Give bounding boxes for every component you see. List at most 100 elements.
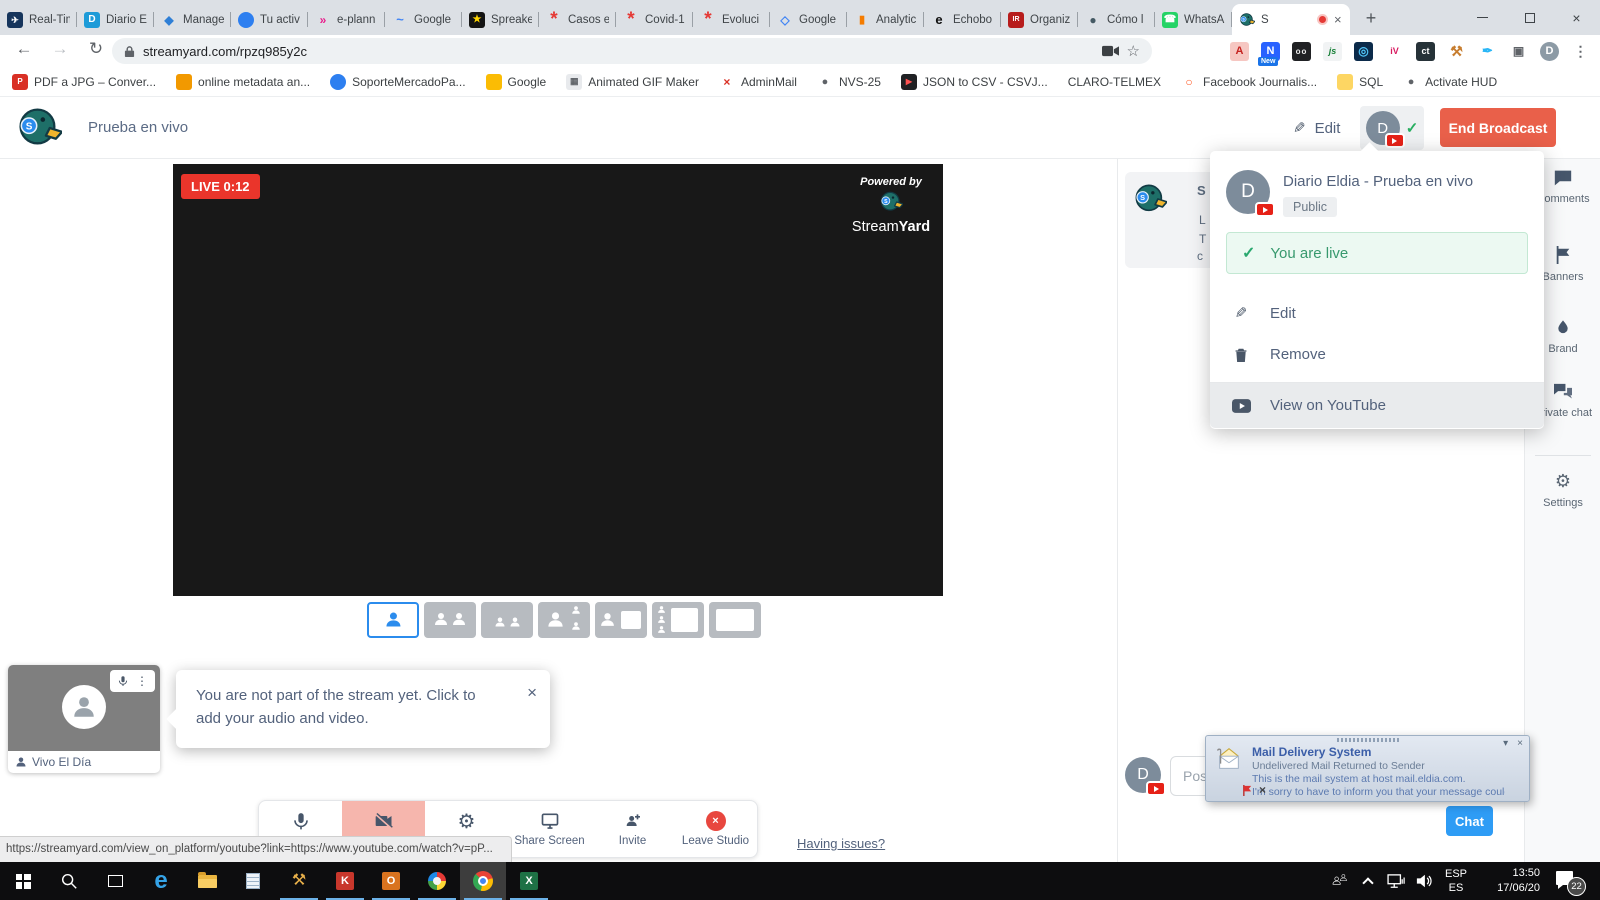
start-button[interactable] — [0, 862, 46, 900]
reload-button[interactable]: ↻ — [84, 39, 108, 59]
menu-item-remove[interactable]: Remove — [1210, 334, 1544, 375]
taskbar-paint[interactable] — [414, 862, 460, 900]
builder-extension-icon[interactable]: ⚒ — [1447, 42, 1466, 61]
layout-screen-column-button[interactable] — [652, 602, 704, 638]
chat-button[interactable]: Chat — [1446, 806, 1493, 836]
participant-thumbnail[interactable]: ⋮ Vivo El Día — [8, 665, 160, 773]
edit-broadcast-button[interactable]: ✎ Edit — [1293, 97, 1340, 159]
browser-tab[interactable]: ☎WhatsA — [1155, 4, 1232, 35]
taskbar-excel[interactable]: X — [506, 862, 552, 900]
bookmark-item[interactable]: CLARO-TELMEX — [1068, 75, 1161, 89]
taskbar-file-explorer[interactable] — [184, 862, 230, 900]
browser-tab[interactable]: ✈Real-Tim — [0, 4, 77, 35]
taskbar-outlook[interactable]: O — [368, 862, 414, 900]
notification-center-button[interactable]: 22 — [1556, 869, 1584, 893]
collapse-icon[interactable]: ▾ — [1503, 738, 1508, 749]
browser-tab[interactable]: IROrganiz — [1001, 4, 1078, 35]
browser-tab[interactable]: *Evoluci — [693, 4, 770, 35]
bookmark-item[interactable]: ●Activate HUD — [1403, 74, 1497, 90]
browser-tab[interactable]: ▮Analytic — [847, 4, 924, 35]
window-close-button[interactable]: × — [1553, 0, 1600, 35]
back-button[interactable]: ← — [12, 39, 36, 59]
network-icon[interactable] — [1382, 862, 1410, 900]
bookmark-item[interactable]: ○Facebook Journalis... — [1181, 74, 1317, 90]
browser-tab[interactable]: ★Spreake — [462, 4, 539, 35]
browser-tab[interactable]: »e-plann — [308, 4, 385, 35]
bookmark-item[interactable]: ▦Animated GIF Maker — [566, 74, 699, 90]
bookmark-item[interactable]: ▶JSON to CSV - CSVJ... — [901, 74, 1048, 90]
taskbar-chrome[interactable] — [460, 862, 506, 900]
browser-menu-icon[interactable]: ⋮ — [1571, 42, 1590, 61]
layout-two-small-button[interactable] — [481, 602, 533, 638]
new-tab-button[interactable]: + — [1358, 6, 1384, 30]
browser-tab[interactable]: Tu activ — [231, 4, 308, 35]
tab-close-icon[interactable]: × — [1334, 12, 1342, 27]
tooltip-close-icon[interactable]: × — [527, 680, 537, 706]
bookmark-item[interactable]: Google — [486, 74, 547, 90]
search-button[interactable] — [46, 862, 92, 900]
taskbar-build-tool[interactable]: ⚒ — [276, 862, 322, 900]
profile-avatar[interactable]: D — [1540, 42, 1559, 61]
new-tool-extension-icon[interactable]: NNew — [1261, 42, 1280, 61]
browser-tab[interactable]: ●Cómo l — [1078, 4, 1155, 35]
browser-tab[interactable]: *Casos e — [539, 4, 616, 35]
more-options-icon[interactable]: ⋮ — [136, 674, 148, 688]
window-minimize-button[interactable] — [1459, 0, 1506, 35]
browser-tab[interactable]: DDiario E — [77, 4, 154, 35]
mail-popup-title[interactable]: Mail Delivery System — [1252, 745, 1505, 759]
browser-tab-active-streamyard[interactable]: S × — [1232, 4, 1350, 35]
taskbar-foxit[interactable]: K — [322, 862, 368, 900]
invite-button[interactable]: Invite — [591, 801, 674, 857]
layout-two-button[interactable] — [424, 602, 476, 638]
layout-screen-person-button[interactable] — [595, 602, 647, 638]
people-tray-icon[interactable] — [1326, 862, 1354, 900]
volume-icon[interactable] — [1410, 862, 1438, 900]
layout-fullscreen-button[interactable] — [709, 602, 761, 638]
invid-extension-icon[interactable]: iV — [1385, 42, 1404, 61]
having-issues-link[interactable]: Having issues? — [797, 836, 885, 851]
leave-studio-button[interactable]: × Leave Studio — [674, 801, 757, 857]
ct-extension-icon[interactable]: ct — [1416, 42, 1435, 61]
layout-solo-button[interactable] — [367, 602, 419, 638]
window-maximize-button[interactable] — [1506, 0, 1553, 35]
mail-notification-popup[interactable]: ▾ × Mail Delivery System Undelivered Mai… — [1205, 735, 1530, 802]
forward-button[interactable]: → — [48, 39, 72, 59]
menu-item-view-on-youtube[interactable]: View on YouTube — [1210, 383, 1544, 428]
bookmark-item[interactable]: online metadata an... — [176, 74, 310, 90]
address-bar[interactable]: streamyard.com/rpzq985y2c ☆ — [112, 38, 1152, 64]
incognito-extension-icon[interactable]: oo — [1292, 42, 1311, 61]
browser-tab[interactable]: *Covid-1 — [616, 4, 693, 35]
end-broadcast-button[interactable]: End Broadcast — [1440, 108, 1556, 147]
browser-tab[interactable]: ◇Google — [770, 4, 847, 35]
camera-in-use-icon[interactable] — [1102, 45, 1119, 57]
browser-tab[interactable]: eEchobo — [924, 4, 1001, 35]
delete-icon[interactable]: × — [1259, 783, 1266, 797]
taskbar-notepad[interactable] — [230, 862, 276, 900]
bookmark-item[interactable]: SoporteMercadoPa... — [330, 74, 465, 90]
menu-item-edit[interactable]: ✎ Edit — [1210, 292, 1544, 334]
adobe-pdf-extension-icon[interactable]: A — [1230, 42, 1249, 61]
sidebar-item-settings[interactable]: ⚙ Settings — [1525, 471, 1600, 510]
bookmark-item[interactable]: PPDF a JPG – Conver... — [12, 74, 156, 90]
mic-icon[interactable] — [117, 675, 129, 687]
share-screen-button[interactable]: Share Screen — [508, 801, 591, 857]
browser-tab[interactable]: ◆Manage — [154, 4, 231, 35]
task-view-button[interactable] — [92, 862, 138, 900]
puzzle-extension-icon[interactable]: ▣ — [1509, 42, 1528, 61]
javascript-extension-icon[interactable]: js — [1323, 42, 1342, 61]
taskbar-edge[interactable]: e — [138, 862, 184, 900]
layout-spotlight-button[interactable] — [538, 602, 590, 638]
taskbar-clock[interactable]: 13:50 17/06/20 — [1482, 866, 1540, 896]
tray-expand-chevron-icon[interactable] — [1354, 862, 1382, 900]
bookmark-item[interactable]: ×AdminMail — [719, 74, 797, 90]
browser-tab[interactable]: ~Google — [385, 4, 462, 35]
drag-handle[interactable] — [1337, 738, 1399, 742]
flag-icon[interactable] — [1242, 784, 1253, 797]
popup-close-icon[interactable]: × — [1517, 738, 1523, 749]
bookmark-item[interactable]: SQL — [1337, 74, 1383, 90]
feather-extension-icon[interactable]: ✒ — [1478, 42, 1497, 61]
screenshot-extension-icon[interactable]: ◎ — [1354, 42, 1373, 61]
bookmark-star-icon[interactable]: ☆ — [1127, 42, 1140, 60]
bookmark-item[interactable]: ●NVS-25 — [817, 74, 881, 90]
language-indicator[interactable]: ESP ES — [1438, 867, 1474, 896]
